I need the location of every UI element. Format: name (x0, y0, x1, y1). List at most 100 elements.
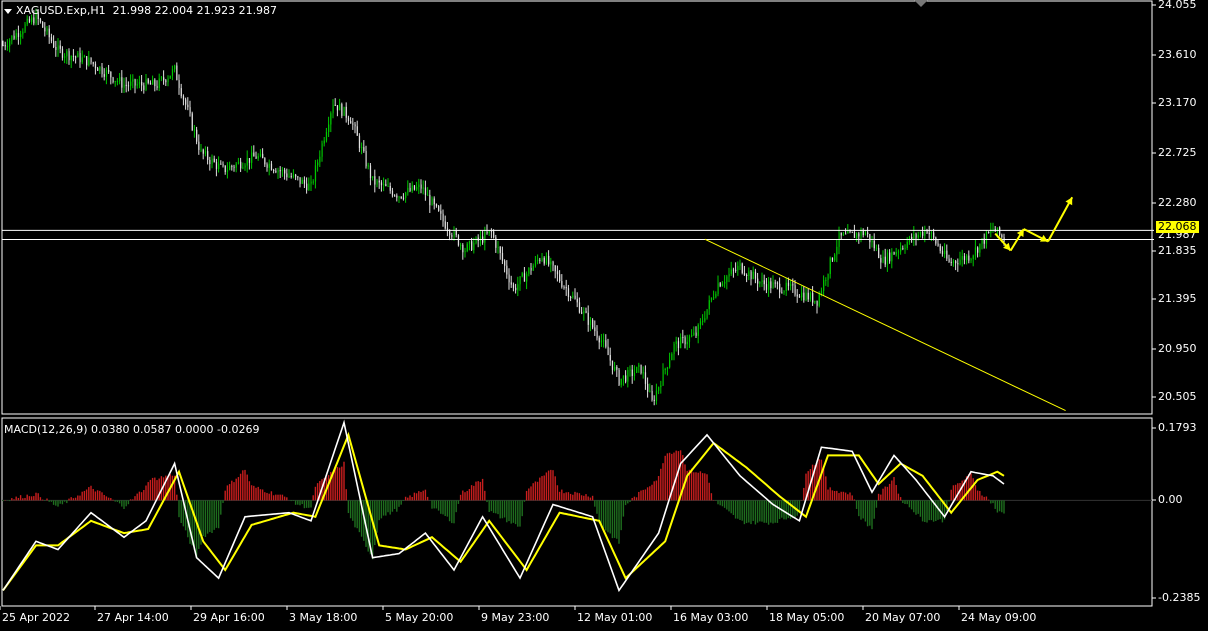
forecast-arrow-icon[interactable] (1047, 196, 1074, 242)
candle (840, 232, 842, 240)
candle (132, 74, 134, 89)
candle (345, 102, 347, 123)
candle (136, 79, 138, 89)
candle (147, 77, 149, 85)
price-axis-tick: 21.835 (1158, 244, 1197, 257)
price-axis-tick: 23.170 (1158, 96, 1197, 109)
candle (616, 365, 618, 377)
candle (750, 269, 752, 286)
candle (708, 295, 710, 315)
time-axis-label: 20 May 07:00 (865, 611, 941, 624)
candle (86, 55, 88, 70)
candle (246, 150, 248, 173)
candle (383, 177, 385, 192)
candle (310, 175, 312, 191)
candle (288, 169, 290, 178)
candle (816, 300, 818, 314)
candle (380, 180, 383, 192)
candle (262, 148, 264, 159)
candle (154, 78, 156, 92)
forecast-arrow-icon[interactable] (994, 232, 1012, 252)
candle (330, 111, 332, 133)
candle (611, 360, 614, 375)
candle (152, 75, 154, 85)
candle (411, 181, 413, 193)
candle (633, 365, 636, 381)
chart-canvas[interactable] (0, 0, 1208, 627)
candle (268, 159, 270, 176)
candle (823, 275, 825, 297)
candle (677, 337, 680, 356)
candle (530, 262, 532, 275)
candle (526, 271, 528, 290)
candle (123, 77, 125, 94)
candle (325, 127, 328, 143)
candle (563, 285, 565, 290)
candle (682, 329, 684, 344)
candle (145, 74, 147, 92)
candle (517, 276, 519, 297)
candle (440, 204, 442, 221)
candle (515, 283, 517, 294)
collapse-triangle-icon[interactable] (4, 8, 12, 14)
price-axis-tick: 24.055 (1158, 0, 1197, 11)
candle (185, 97, 187, 110)
candle (752, 266, 754, 280)
candle (334, 98, 336, 106)
candle (497, 240, 499, 254)
candle (851, 231, 853, 233)
candle (702, 314, 704, 326)
candle (812, 286, 814, 306)
candle (719, 281, 721, 288)
candle (891, 248, 893, 269)
time-axis-label: 25 Apr 2022 (2, 611, 71, 624)
candle (939, 243, 941, 254)
candle (292, 169, 295, 179)
candle (130, 74, 132, 91)
candle (578, 297, 581, 314)
candle (218, 156, 220, 173)
candle (572, 291, 574, 299)
price-panel-frame (1, 0, 1153, 415)
candle (224, 165, 226, 175)
candle (431, 196, 433, 206)
candle (937, 238, 939, 247)
candle (915, 232, 917, 246)
candle (671, 352, 673, 361)
candle (207, 146, 209, 165)
scroll-marker-icon[interactable] (914, 0, 928, 7)
candle (464, 247, 466, 258)
candle (948, 254, 950, 263)
candle (233, 164, 235, 172)
candle (473, 237, 475, 254)
candle (143, 82, 145, 94)
candle (737, 261, 739, 276)
candle (105, 67, 108, 85)
candle (842, 231, 845, 236)
candle (594, 320, 596, 336)
macd-axis-tick: 0.00 (1158, 493, 1183, 506)
candle (495, 234, 497, 253)
candle (88, 50, 90, 67)
candle (79, 47, 81, 68)
candle (941, 246, 944, 257)
candle (605, 334, 607, 349)
candle (836, 239, 838, 263)
time-axis-label: 5 May 20:00 (385, 611, 454, 624)
candle (242, 162, 244, 170)
candle (365, 145, 367, 169)
candle (878, 244, 880, 259)
candle (422, 180, 424, 195)
candle (684, 335, 686, 349)
candle (165, 78, 167, 87)
candle (361, 142, 363, 155)
candle (24, 22, 26, 33)
candle (343, 106, 345, 117)
candle (475, 236, 477, 245)
price-axis-tick: 20.950 (1158, 342, 1197, 355)
candle (926, 228, 928, 235)
price-axis-tick: 21.395 (1158, 292, 1197, 305)
candle (341, 102, 343, 119)
candle (17, 25, 20, 45)
candle (772, 275, 774, 289)
